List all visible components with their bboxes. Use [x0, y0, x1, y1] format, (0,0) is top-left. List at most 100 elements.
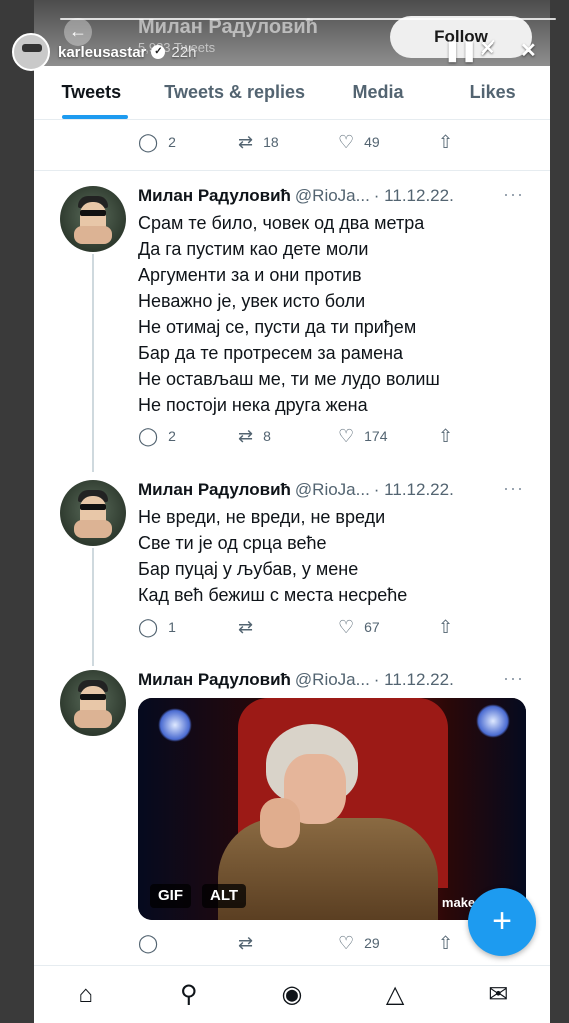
tweet-line: Да га пустим као дете моли [138, 239, 369, 259]
tweet-line: Не постоји нека друга жена [138, 395, 368, 415]
spaces-icon[interactable]: ◉ [272, 980, 312, 1009]
reply-button[interactable]: ◯ [138, 933, 238, 954]
tweet-actions: ◯ ⇄ ♡ 29 ⇧ [138, 923, 478, 963]
tweet-actions: ◯ 1 ⇄ ♡ 67 ⇧ [138, 607, 478, 647]
more-options-icon[interactable]: ··· [503, 184, 524, 205]
tweet-line: Кад већ бежиш с места несреће [138, 585, 408, 605]
retweet-icon: ⇄ [238, 425, 254, 446]
share-button[interactable]: ⇧ [438, 132, 478, 153]
like-count: 29 [364, 935, 380, 951]
tweet-line: Аргументи за и они против [138, 265, 362, 285]
tweet-header: Милан Радуловић @RioJa... · 11.12.22. [138, 186, 454, 206]
story-frame: karleusastar ✓ 22h ❚❚ ✕̸ ✕ ← Милан Радул… [0, 0, 569, 1023]
share-icon: ⇧ [438, 932, 454, 953]
more-options-icon[interactable]: ··· [503, 668, 524, 689]
avatar[interactable] [60, 670, 126, 736]
story-progress-bar [60, 18, 556, 20]
tweet-header: Милан Радуловић @RioJa... · 11.12.22. [138, 670, 454, 690]
divider [34, 170, 550, 171]
story-time: 22h [171, 43, 197, 61]
thread-line [92, 254, 94, 472]
share-icon: ⇧ [438, 425, 454, 446]
tweet-actions: ◯ 2 ⇄ 8 ♡ 174 ⇧ [138, 416, 478, 456]
tweet-header: Милан Радуловић @RioJa... · 11.12.22. [138, 480, 454, 500]
reply-count: 2 [168, 428, 176, 444]
search-icon[interactable]: ⚲ [169, 980, 209, 1009]
like-icon: ♡ [338, 616, 355, 637]
gif-media[interactable]: GIF ALT make a [138, 698, 526, 920]
retweet-count: 18 [263, 134, 279, 150]
story-username[interactable]: karleusastar [58, 44, 146, 61]
more-options-icon[interactable]: ··· [503, 478, 524, 499]
like-icon: ♡ [338, 425, 355, 446]
reply-icon: ◯ [138, 425, 159, 446]
tweet-line: Све ти је од срца веће [138, 533, 327, 553]
tab-tweets[interactable]: Tweets [34, 66, 149, 119]
avatar[interactable] [60, 480, 126, 546]
retweet-button[interactable]: ⇄ 8 [238, 426, 338, 447]
avatar[interactable] [60, 186, 126, 252]
retweet-button[interactable]: ⇄ [238, 617, 338, 638]
tab-tweets-replies[interactable]: Tweets & replies [149, 66, 321, 119]
reply-icon: ◯ [138, 616, 159, 637]
story-avatar[interactable] [12, 33, 50, 71]
share-icon: ⇧ [438, 616, 454, 637]
tweet-line: Бар да те протресем за рамена [138, 343, 404, 363]
like-icon: ♡ [338, 131, 355, 152]
tweet-line: Не вреди, не вреди, не вреди [138, 507, 386, 527]
bottom-nav: ⌂ ⚲ ◉ △ ✉ [34, 965, 550, 1023]
story-user[interactable]: karleusastar ✓ 22h [12, 32, 196, 72]
share-button[interactable]: ⇧ [438, 426, 478, 447]
author-handle[interactable]: @RioJa... [295, 480, 370, 499]
author-name[interactable]: Милан Радуловић [138, 186, 291, 205]
author-handle[interactable]: @RioJa... [295, 186, 370, 205]
story-like-icon[interactable]: ♡ [517, 968, 542, 1001]
reply-button[interactable]: ◯ 2 [138, 426, 238, 447]
retweet-icon: ⇄ [238, 616, 254, 637]
reply-count: 2 [168, 134, 176, 150]
share-button[interactable]: ⇧ [438, 617, 478, 638]
notifications-icon[interactable]: △ [375, 980, 415, 1009]
retweet-button[interactable]: ⇄ [238, 933, 338, 954]
tweet-line: Срам те било, човек од два метра [138, 213, 425, 233]
close-icon[interactable]: ✕ [520, 38, 537, 63]
tweet-date: · 11.12.22. [373, 186, 454, 205]
verified-icon: ✓ [151, 45, 166, 59]
reply-button[interactable]: ◯ 1 [138, 617, 238, 638]
like-count: 67 [364, 619, 380, 635]
like-count: 49 [364, 134, 380, 150]
tweet-date: · 11.12.22. [373, 480, 454, 499]
pause-icon[interactable]: ❚❚ [444, 38, 478, 63]
like-button[interactable]: ♡ 29 [338, 933, 438, 954]
retweet-icon: ⇄ [238, 932, 254, 953]
like-button[interactable]: ♡ 49 [338, 132, 438, 153]
share-icon: ⇧ [438, 131, 454, 152]
compose-tweet-button[interactable]: + [468, 888, 536, 956]
author-handle[interactable]: @RioJa... [295, 670, 370, 689]
tweet-date: · 11.12.22. [373, 670, 454, 689]
reply-count: 1 [168, 619, 176, 635]
author-name[interactable]: Милан Радуловић [138, 670, 291, 689]
tab-media[interactable]: Media [321, 66, 436, 119]
like-button[interactable]: ♡ 174 [338, 426, 438, 447]
mute-icon[interactable]: ✕̸ [480, 38, 495, 59]
retweet-icon: ⇄ [238, 131, 254, 152]
retweet-count: 8 [263, 428, 271, 444]
profile-tabs: Tweets Tweets & replies Media Likes [34, 66, 550, 120]
author-name[interactable]: Милан Радуловић [138, 480, 291, 499]
retweet-button[interactable]: ⇄ 18 [238, 132, 338, 153]
twitter-screenshot: ← Милан Радуловић 5,983 Tweets Follow Tw… [34, 0, 550, 1023]
like-button[interactable]: ♡ 67 [338, 617, 438, 638]
tweet-actions: ◯ 2 ⇄ 18 ♡ 49 ⇧ [138, 122, 478, 162]
home-icon[interactable]: ⌂ [66, 981, 106, 1009]
tab-likes[interactable]: Likes [435, 66, 550, 119]
reply-icon: ◯ [138, 131, 159, 152]
reply-button[interactable]: ◯ 2 [138, 132, 238, 153]
reply-icon: ◯ [138, 932, 159, 953]
gif-badge: GIF [150, 884, 191, 908]
thread-line [92, 548, 94, 666]
alt-badge[interactable]: ALT [202, 884, 247, 908]
messages-icon[interactable]: ✉ [478, 980, 518, 1009]
like-icon: ♡ [338, 932, 355, 953]
tweet-line: Не остављаш ме, ти ме лудо волиш [138, 369, 440, 389]
